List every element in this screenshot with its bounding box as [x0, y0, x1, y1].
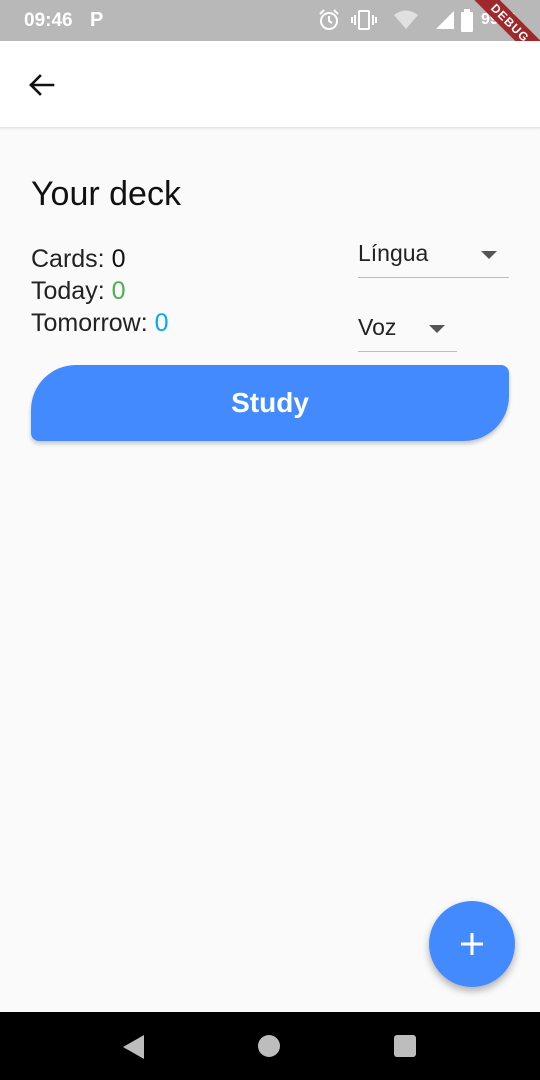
nav-recents-icon[interactable] [394, 1035, 416, 1057]
study-button[interactable]: Study [31, 365, 509, 441]
wifi-icon [394, 10, 418, 29]
app-notification-icon: P [90, 9, 104, 31]
stat-today: Today: 0 [31, 275, 169, 307]
system-nav-bar [0, 1012, 540, 1080]
app-bar [0, 41, 540, 128]
deck-stats: Cards: 0 Today: 0 Tomorrow: 0 [31, 243, 169, 339]
stat-cards-value: 0 [111, 245, 126, 273]
screen: 09:46 P 99 % DEBUG [0, 0, 540, 1080]
battery-icon [461, 9, 473, 32]
stat-tomorrow-value: 0 [154, 309, 169, 337]
stat-today-label: Today: [31, 277, 112, 305]
add-card-fab[interactable] [429, 901, 515, 987]
language-dropdown-value: Língua [358, 240, 429, 266]
voice-dropdown-value: Voz [358, 314, 397, 340]
stat-cards: Cards: 0 [31, 243, 169, 275]
nav-home-icon[interactable] [258, 1035, 280, 1057]
stat-tomorrow-label: Tomorrow: [31, 309, 155, 337]
nav-back-icon[interactable] [122, 1034, 146, 1060]
status-bar: 09:46 P 99 % DEBUG [0, 0, 540, 41]
status-time: 09:46 [24, 10, 73, 31]
back-button[interactable] [20, 63, 64, 107]
alarm-icon [319, 9, 339, 30]
caret-down-icon [481, 251, 497, 259]
stat-tomorrow: Tomorrow: 0 [31, 307, 169, 339]
add-icon [461, 933, 483, 955]
stat-cards-label: Cards: [31, 245, 112, 273]
signal-icon [436, 11, 454, 29]
language-dropdown[interactable]: Língua [358, 240, 509, 278]
arrow-back-icon [29, 74, 55, 96]
stat-today-value: 0 [111, 277, 126, 305]
voice-dropdown[interactable]: Voz [358, 314, 457, 352]
caret-down-icon [429, 325, 445, 333]
vibrate-icon [351, 10, 377, 30]
page-title: Your deck [31, 175, 181, 213]
